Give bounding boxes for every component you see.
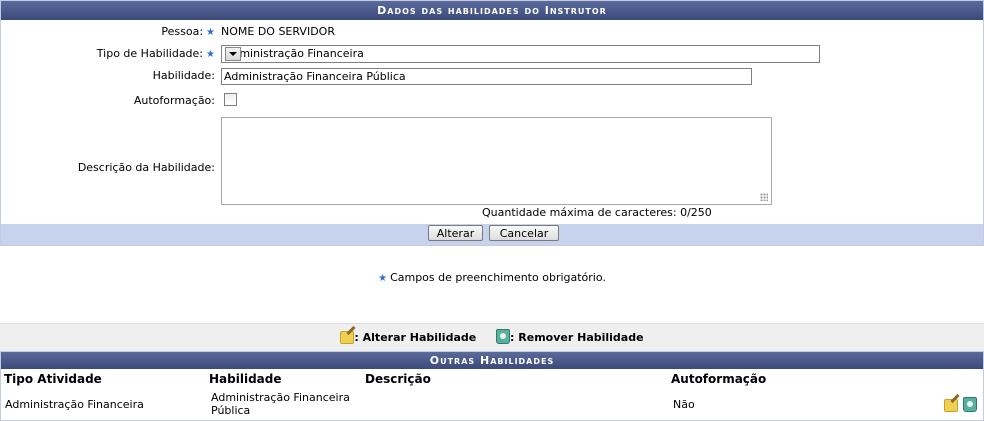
autoformacao-label: Autoformação: (133, 94, 215, 107)
row-actions (942, 397, 977, 412)
legend-remover-text: : Remover Habilidade (510, 331, 644, 344)
cell-tipo: Administração Financeira (5, 398, 144, 411)
cancelar-button[interactable]: Cancelar (489, 225, 559, 241)
form-caption: Dados das habilidades do Instrutor (1, 1, 983, 20)
habilidade-label: Habilidade: (152, 69, 215, 82)
cell-habilidade-line1: Administração Financeira (211, 391, 350, 404)
list-caption: Outras Habilidades (1, 352, 983, 369)
autoformacao-checkbox[interactable] (224, 93, 237, 106)
pessoa-label: Pessoa: ★ (161, 25, 215, 38)
legend-alterar: : Alterar Habilidade (340, 324, 476, 352)
habilidade-form: Dados das habilidades do Instrutor Pesso… (0, 0, 984, 246)
action-legend: : Alterar Habilidade : Remover Habilidad… (0, 323, 984, 351)
dropdown-arrow-icon[interactable] (225, 47, 241, 61)
col-habilidade: Habilidade (209, 372, 282, 386)
edit-icon (340, 331, 355, 344)
habilidade-input[interactable]: Administração Financeira Pública (221, 68, 752, 85)
tipo-selected-value: Administração Financeira (225, 47, 364, 60)
resize-grip-icon[interactable] (760, 193, 768, 201)
edit-icon[interactable] (943, 399, 958, 412)
pessoa-value: NOME DO SERVIDOR (221, 25, 335, 38)
tipo-habilidade-select[interactable]: Administração Financeira (221, 45, 820, 63)
required-star-icon: ★ (378, 273, 388, 284)
descricao-textarea[interactable] (221, 117, 772, 205)
legend-alterar-text: : Alterar Habilidade (354, 331, 477, 344)
alterar-button[interactable]: Alterar (428, 225, 483, 241)
tipo-label: Tipo de Habilidade: ★ (96, 47, 215, 60)
trash-icon (496, 329, 511, 344)
required-note: ★ Campos de preenchimento obrigatório. (0, 271, 984, 284)
char-counter: Quantidade máxima de caracteres: 0/250 (482, 206, 712, 219)
col-tipo-atividade: Tipo Atividade (4, 372, 102, 386)
descricao-label: Descrição da Habilidade: (77, 161, 215, 174)
button-bar: Alterar Cancelar (1, 224, 983, 245)
pessoa-row: Pessoa: ★ NOME DO SERVIDOR (1, 25, 983, 45)
legend-remover: : Remover Habilidade (496, 324, 644, 352)
col-descricao: Descrição (365, 372, 431, 386)
cell-autoformacao: Não (673, 398, 695, 411)
required-star-icon: ★ (206, 27, 215, 38)
autoformacao-row: Autoformação: (1, 94, 983, 114)
outras-habilidades-table: Outras Habilidades Tipo Atividade Habili… (0, 351, 984, 421)
trash-icon[interactable] (963, 397, 977, 412)
col-autoformacao: Autoformação (671, 372, 767, 386)
required-note-text: Campos de preenchimento obrigatório. (390, 271, 606, 284)
cell-habilidade-line2: Pública (211, 404, 251, 417)
required-star-icon: ★ (206, 49, 215, 60)
